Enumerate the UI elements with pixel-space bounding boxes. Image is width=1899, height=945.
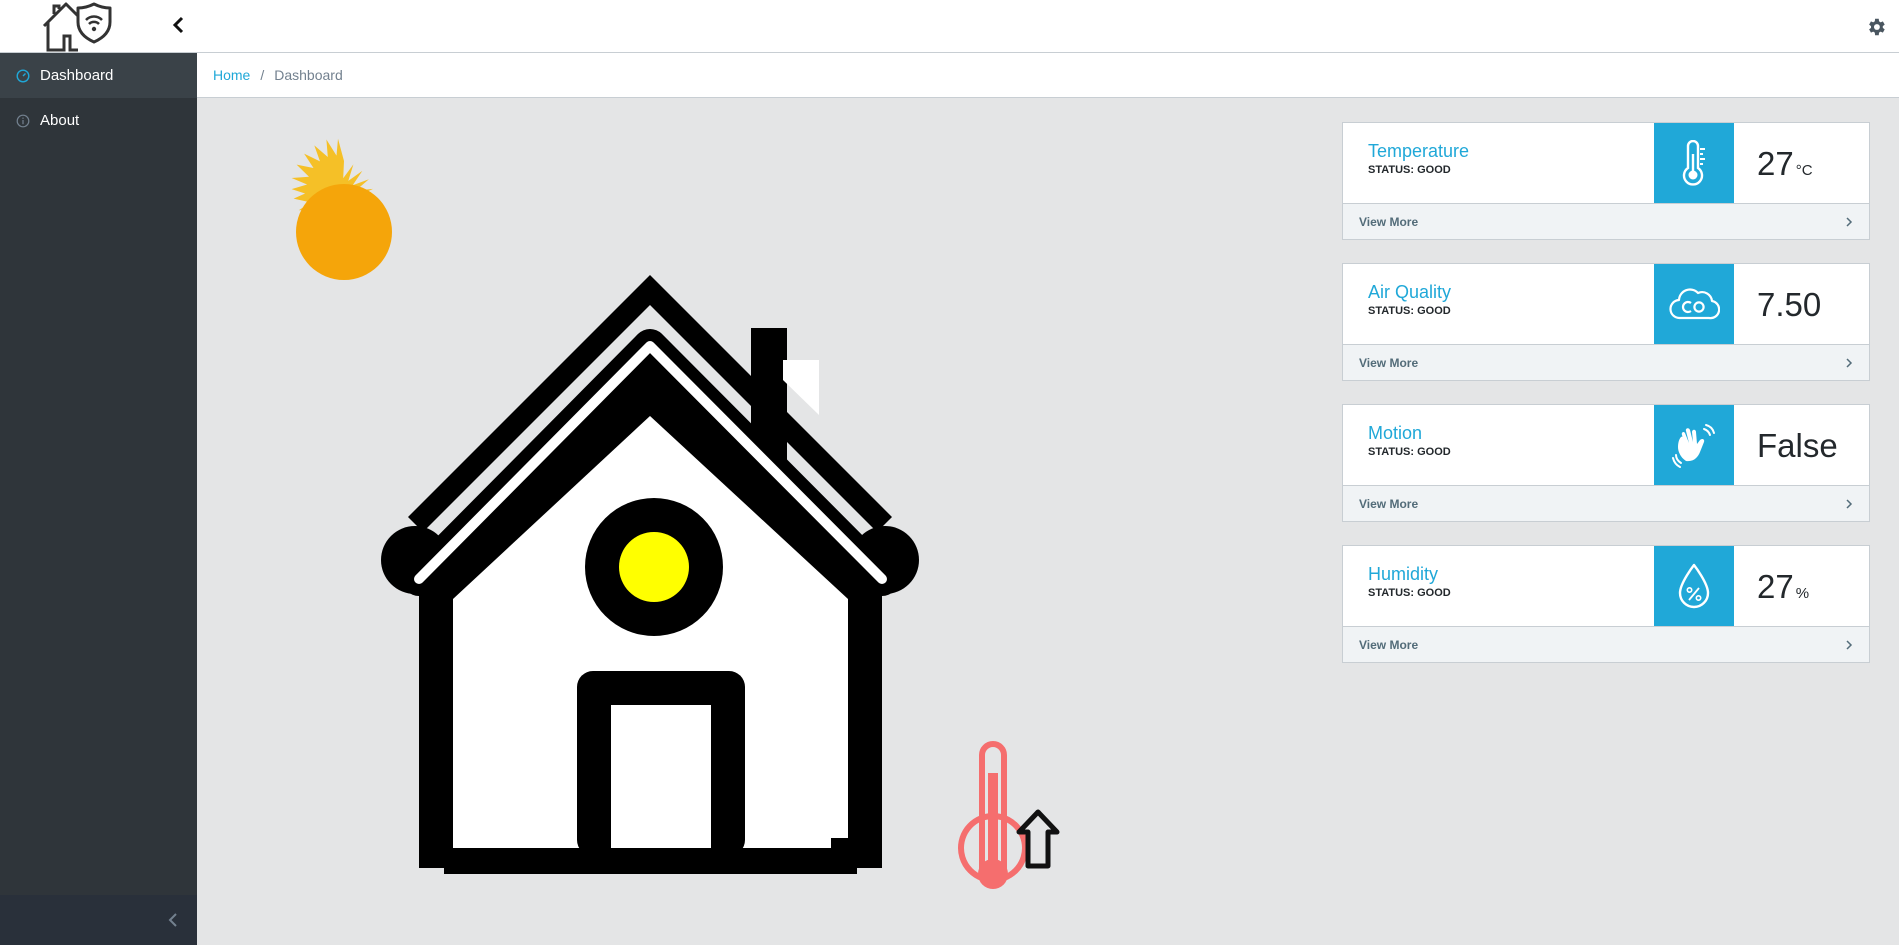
sidebar-toggle-button[interactable] — [166, 12, 190, 38]
card-value-group: 7.50 — [1757, 286, 1821, 324]
breadcrumb-home-link[interactable]: Home — [213, 67, 250, 83]
card-status: STATUS: GOOD — [1368, 164, 1451, 176]
home-illustration — [291, 138, 1060, 889]
chevron-left-icon — [172, 16, 184, 34]
view-more-link[interactable]: View More — [1343, 203, 1869, 239]
co-cloud-icon — [1669, 288, 1720, 320]
sidebar: Dashboard About — [0, 53, 197, 945]
card-unit: % — [1795, 585, 1810, 602]
card-icon-box — [1654, 264, 1734, 344]
chevron-left-icon — [168, 913, 177, 927]
view-more-label: View More — [1359, 496, 1419, 511]
thermometer-rising-icon — [958, 741, 1060, 889]
motion-card: Motion STATUS: GOOD False View More — [1342, 404, 1870, 522]
view-more-link[interactable]: View More — [1343, 344, 1869, 380]
humidity-drop-icon — [1678, 563, 1710, 609]
card-icon-box — [1654, 123, 1734, 203]
house-icon — [381, 275, 919, 874]
breadcrumb-current: Dashboard — [274, 67, 343, 83]
sidebar-minimize-button[interactable] — [0, 895, 197, 945]
humidity-card: Humidity STATUS: GOOD 27% View More — [1342, 545, 1870, 663]
chevron-right-icon — [1846, 639, 1853, 650]
air-quality-card: Air Quality STATUS: GOOD 7.50 View More — [1342, 263, 1870, 381]
card-status: STATUS: GOOD — [1368, 305, 1451, 317]
card-value: False — [1757, 427, 1838, 464]
speedometer-icon — [16, 68, 30, 83]
thermometer-icon — [1682, 140, 1705, 186]
card-value: 27 — [1757, 568, 1794, 605]
chevron-right-icon — [1846, 216, 1853, 227]
smart-home-shield-logo — [42, 2, 112, 52]
card-icon-box — [1654, 405, 1734, 485]
view-more-label: View More — [1359, 637, 1419, 652]
view-more-link[interactable]: View More — [1343, 626, 1869, 662]
card-title: Humidity — [1368, 564, 1439, 584]
card-value: 7.50 — [1757, 286, 1822, 323]
chevron-right-icon — [1846, 357, 1853, 368]
card-unit: °C — [1795, 162, 1813, 179]
sidebar-item-label: About — [40, 112, 80, 129]
chevron-right-icon — [1846, 498, 1853, 509]
view-more-label: View More — [1359, 355, 1419, 370]
breadcrumb: Home / Dashboard — [197, 53, 1899, 98]
view-more-label: View More — [1359, 214, 1419, 229]
sidebar-item-dashboard[interactable]: Dashboard — [0, 53, 197, 98]
breadcrumb-separator: / — [260, 67, 265, 83]
card-title: Air Quality — [1368, 282, 1452, 302]
card-status: STATUS: GOOD — [1368, 446, 1451, 458]
waving-hand-icon — [1672, 424, 1715, 468]
card-status: STATUS: GOOD — [1368, 587, 1451, 599]
info-icon — [16, 114, 30, 127]
card-icon-box — [1654, 546, 1734, 626]
card-title: Motion — [1368, 423, 1423, 443]
card-title: Temperature — [1368, 141, 1470, 161]
top-header — [0, 0, 1899, 53]
card-value: 27 — [1757, 145, 1794, 182]
card-value-group: 27 °C — [1757, 145, 1813, 183]
gear-icon[interactable] — [1865, 16, 1887, 38]
temperature-card: Temperature STATUS: GOOD 27 °C View More — [1342, 122, 1870, 240]
sidebar-item-about[interactable]: About — [0, 98, 197, 143]
card-value-group: False — [1757, 427, 1838, 465]
sidebar-item-label: Dashboard — [40, 67, 114, 84]
sun-icon — [291, 138, 392, 280]
view-more-link[interactable]: View More — [1343, 485, 1869, 521]
card-value-group: 27% — [1757, 568, 1809, 606]
